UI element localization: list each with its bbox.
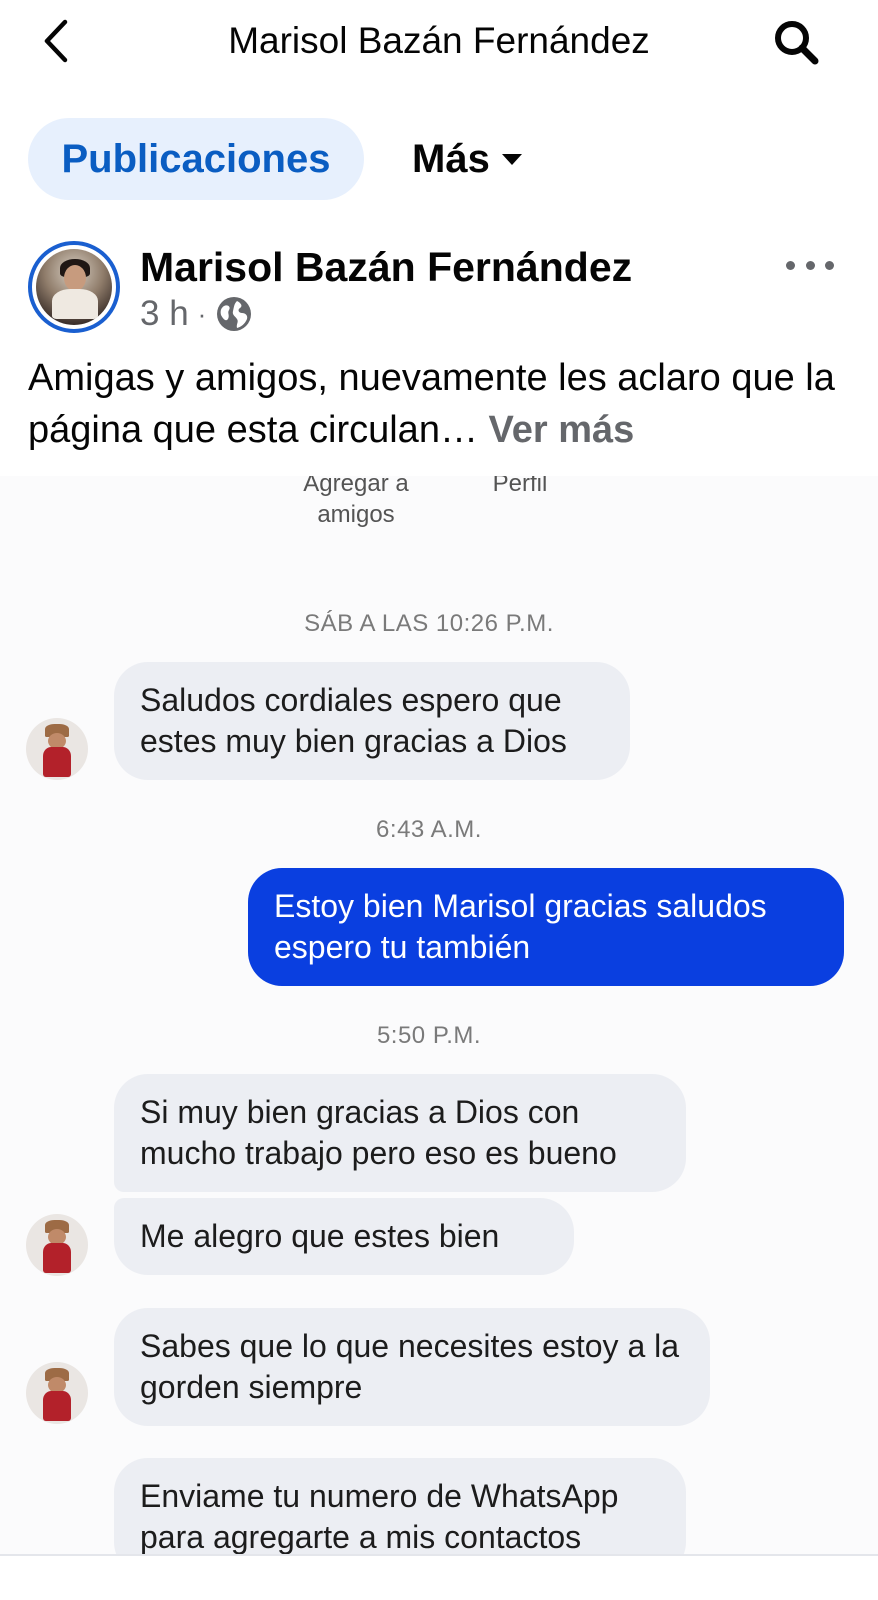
chat-timestamp: 6:43 A.M. (376, 816, 482, 843)
post-time[interactable]: 3 h (140, 293, 189, 335)
more-dot-icon (786, 260, 795, 270)
profile-label: Perfil (492, 476, 548, 497)
post-author-name[interactable]: Marisol Bazán Fernández (140, 242, 632, 292)
meta-separator: · (197, 299, 207, 329)
chat-timestamp: SÁB A LAS 10:26 P.M. (304, 610, 554, 637)
sender-avatar (26, 718, 88, 780)
more-dot-icon (805, 260, 815, 270)
tab-publicaciones[interactable]: Publicaciones (28, 118, 364, 200)
post-body: Amigas y amigos, nuevamente les aclaro q… (28, 357, 835, 451)
post-header: Marisol Bazán Fernández 3 h · (0, 236, 878, 336)
photo-top-labels: Agregar a amigos Perfil (0, 476, 878, 536)
chat-timestamp: 5:50 P.M. (376, 1022, 482, 1049)
globe-icon (217, 297, 252, 331)
incoming-message: Sabes que lo que necesites estoy a la go… (114, 1308, 710, 1426)
sender-avatar (26, 1362, 88, 1424)
post-text: Amigas y amigos, nuevamente les aclaro q… (28, 352, 858, 456)
more-dot-icon (825, 260, 834, 270)
sender-avatar (26, 1214, 88, 1276)
incoming-message: Enviame tu numero de WhatsApp para agreg… (114, 1458, 686, 1554)
divider (0, 1554, 878, 1556)
incoming-message: Si muy bien gracias a Dios con mucho tra… (114, 1074, 686, 1192)
tab-mas-label: Más (412, 136, 490, 181)
tab-mas[interactable]: Más (412, 118, 522, 200)
outgoing-message: Estoy bien Marisol gracias saludos esper… (248, 868, 844, 986)
profile-tabs: Publicaciones Más (0, 116, 878, 202)
chevron-left-icon (44, 19, 68, 63)
avatar-photo (36, 249, 112, 325)
post-options-button[interactable] (786, 252, 834, 278)
attached-photo[interactable]: Agregar a amigos Perfil SÁB A LAS 10:26 … (0, 476, 878, 1554)
caret-down-icon (501, 153, 522, 165)
add-friends-label: Agregar a amigos (303, 476, 409, 528)
search-button[interactable] (770, 16, 822, 68)
post-meta: 3 h · (140, 293, 253, 335)
incoming-message: Me alegro que estes bien (114, 1198, 574, 1275)
search-icon (775, 21, 819, 65)
top-bar: Marisol Bazán Fernández (0, 0, 878, 86)
page-title: Marisol Bazán Fernández (228, 20, 650, 61)
author-avatar[interactable] (28, 241, 120, 333)
see-more-link[interactable]: Ver más (478, 409, 635, 451)
back-button[interactable] (34, 16, 78, 66)
incoming-message: Saludos cordiales espero que estes muy b… (114, 662, 630, 780)
